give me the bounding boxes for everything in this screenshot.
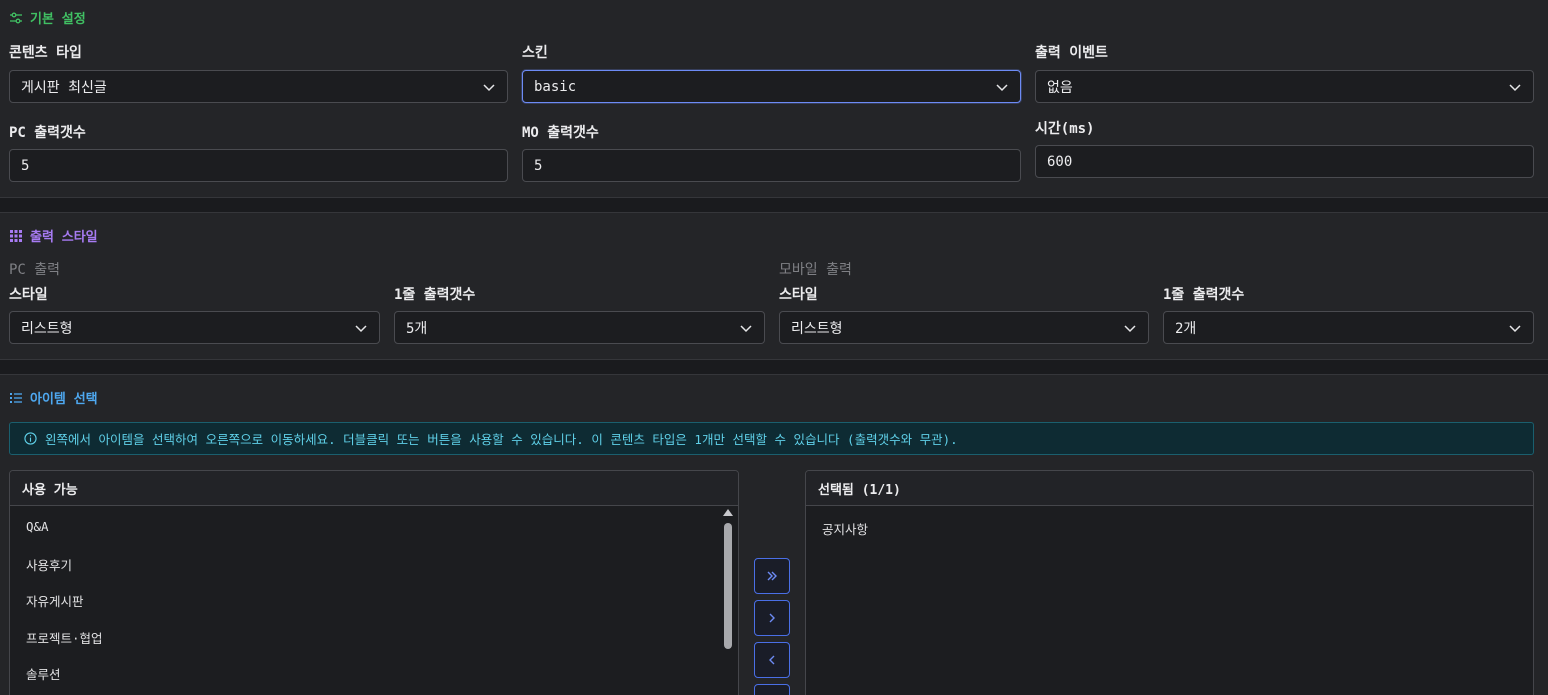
chevron-down-icon: [1124, 324, 1136, 332]
selected-list: 선택됨 (1/1) 공지사항: [805, 470, 1534, 695]
skin-select[interactable]: basic: [522, 70, 1021, 103]
basic-settings-title-text: 기본 설정: [30, 12, 86, 27]
chevron-down-icon: [740, 324, 752, 332]
pc-row-value: 5개: [406, 320, 428, 337]
available-item[interactable]: 프로젝트·협업: [26, 628, 103, 647]
move-right-button[interactable]: [754, 600, 790, 636]
item-select-title: 아이템 선택: [9, 388, 98, 407]
chevron-down-icon: [483, 83, 495, 91]
output-style-title-text: 출력 스타일: [30, 230, 98, 245]
info-icon: [24, 432, 37, 445]
scrollbar[interactable]: [722, 507, 734, 695]
available-item[interactable]: 사용후기: [26, 555, 72, 574]
pc-style-label: 스타일: [9, 287, 48, 303]
mobile-style-label: 스타일: [779, 287, 818, 303]
pc-row-label: 1줄 출력갯수: [394, 287, 476, 303]
mo-count-value: 5: [534, 157, 543, 174]
pc-count-input[interactable]: 5: [9, 149, 508, 182]
sliders-icon: [10, 12, 22, 23]
content-type-value: 게시판 최신글: [21, 79, 107, 96]
pc-count-label: PC 출력갯수: [9, 125, 86, 141]
skin-value: basic: [534, 78, 577, 95]
skin-label: 스킨: [522, 45, 548, 61]
available-item[interactable]: Q&A: [26, 519, 49, 534]
info-alert: 왼쪽에서 아이템을 선택하여 오른쪽으로 이동하세요. 더블클릭 또는 버튼을 …: [9, 422, 1534, 455]
chevron-down-icon: [355, 324, 367, 332]
chevron-down-icon: [996, 83, 1008, 91]
mobile-row-label: 1줄 출력갯수: [1163, 287, 1245, 303]
available-item[interactable]: 자유게시판: [26, 591, 84, 610]
item-select-title-text: 아이템 선택: [30, 392, 98, 407]
pc-row-select[interactable]: 5개: [394, 311, 765, 344]
move-all-right-button[interactable]: [754, 558, 790, 594]
mo-count-label: MO 출력갯수: [522, 125, 599, 141]
event-label: 출력 이벤트: [1035, 45, 1108, 61]
content-type-select[interactable]: 게시판 최신글: [9, 70, 508, 103]
move-left-button[interactable]: [754, 642, 790, 678]
basic-settings-title: 기본 설정: [9, 8, 86, 27]
mobile-output-heading: 모바일 출력: [779, 262, 852, 278]
mobile-style-value: 리스트형: [791, 320, 843, 337]
chevron-down-icon: [1509, 83, 1521, 91]
output-style-title: 출력 스타일: [9, 226, 98, 245]
mo-count-input[interactable]: 5: [522, 149, 1021, 182]
available-list: 사용 가능 Q&A 사용후기 자유게시판 프로젝트·협업 솔루션: [9, 470, 739, 695]
pc-style-select[interactable]: 리스트형: [9, 311, 380, 344]
mobile-row-select[interactable]: 2개: [1163, 311, 1534, 344]
event-value: 없음: [1047, 79, 1073, 96]
content-type-label: 콘텐츠 타입: [9, 45, 82, 61]
scrollbar-thumb[interactable]: [724, 523, 732, 649]
available-list-header: 사용 가능: [10, 471, 738, 506]
mobile-row-value: 2개: [1175, 320, 1197, 337]
selected-list-header: 선택됨 (1/1): [806, 471, 1533, 506]
chevron-right-icon: [769, 613, 775, 623]
move-all-left-button[interactable]: [754, 684, 790, 695]
time-value: 600: [1047, 153, 1073, 170]
event-select[interactable]: 없음: [1035, 70, 1534, 103]
selected-item[interactable]: 공지사항: [822, 519, 868, 538]
pc-output-heading: PC 출력: [9, 262, 61, 278]
mobile-style-select[interactable]: 리스트형: [779, 311, 1149, 344]
time-input[interactable]: 600: [1035, 145, 1534, 178]
chevron-down-icon: [1509, 324, 1521, 332]
chevron-left-icon: [769, 655, 775, 665]
scroll-up-arrow-icon[interactable]: [723, 509, 733, 516]
info-text: 왼쪽에서 아이템을 선택하여 오른쪽으로 이동하세요. 더블클릭 또는 버튼을 …: [45, 432, 958, 447]
pc-style-value: 리스트형: [21, 320, 73, 337]
double-chevron-right-icon: [767, 571, 777, 581]
grid-icon: [10, 229, 22, 242]
pc-count-value: 5: [21, 157, 30, 174]
time-label: 시간(ms): [1035, 121, 1095, 137]
available-item[interactable]: 솔루션: [26, 664, 61, 683]
list-icon: [10, 392, 22, 403]
